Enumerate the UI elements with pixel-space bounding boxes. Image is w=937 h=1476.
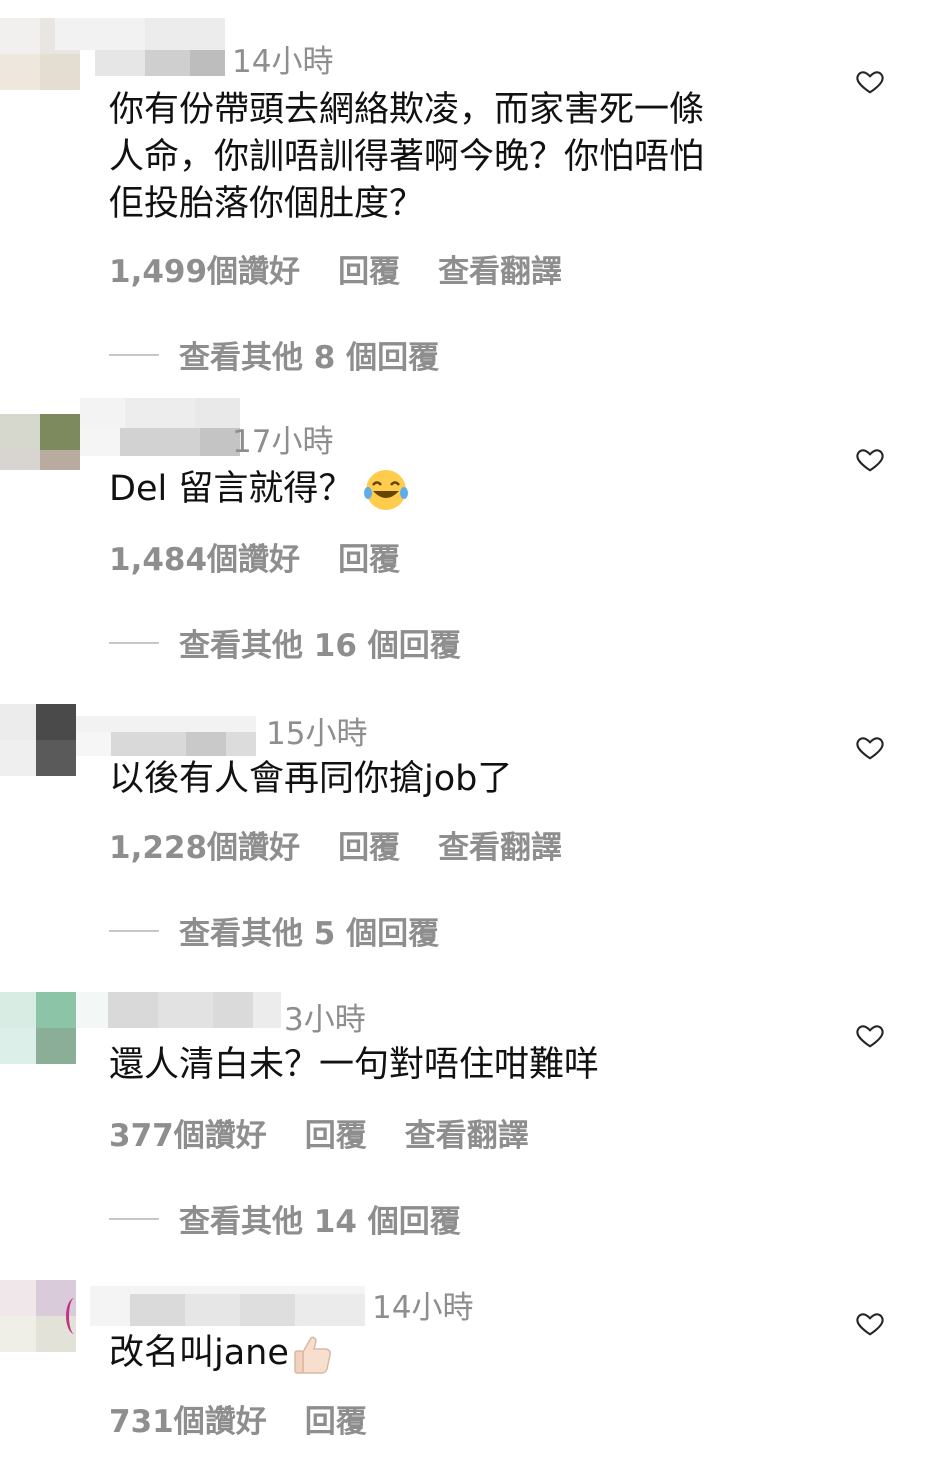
replies-divider [109,353,159,356]
comment-text: Del 留言就得？ [109,466,829,513]
comment-text: 還人清白未？一句對唔住咁難咩 [109,1045,600,1085]
comment-text: 你有份帶頭去網絡欺凌，而家害死一條 人命，你訓唔訓得著啊今晚？你怕唔怕 佢投胎落… [109,90,705,224]
replies-divider [109,929,159,932]
comment-actions: 1,484個讚好 回覆 [109,534,400,579]
comment-actions: 377個讚好 回覆 查看翻譯 [109,1110,529,1155]
comment-actions: 731個讚好 回覆 [109,1396,367,1441]
thumbs-up-emoji-icon [294,1336,331,1374]
heart-outline-icon[interactable] [855,1020,885,1050]
reply-button[interactable]: 回覆 [305,1396,367,1441]
heart-outline-icon[interactable] [855,66,885,96]
reply-button[interactable]: 回覆 [338,246,400,291]
like-count[interactable]: 731個讚好 [109,1396,267,1441]
like-count[interactable]: 1,228個讚好 [109,822,300,867]
view-replies-button[interactable]: 查看其他 5 個回覆 [109,908,439,953]
avatar[interactable] [0,704,80,776]
heart-outline-icon[interactable] [855,732,885,762]
comment-actions: 1,499個讚好 回覆 查看翻譯 [109,246,562,291]
view-replies-label: 查看其他 8 個回覆 [179,340,440,376]
reply-button[interactable]: 回覆 [338,822,400,867]
translate-button[interactable]: 查看翻譯 [405,1110,529,1155]
comment-timestamp: 14小時 [372,1290,474,1326]
reply-button[interactable]: 回覆 [338,534,400,579]
translate-button[interactable]: 查看翻譯 [438,822,562,867]
laughing-tears-emoji-icon [364,470,409,510]
view-replies-label: 查看其他 16 個回覆 [179,628,461,664]
comment-text-content: Del 留言就得？ [109,469,354,509]
like-count[interactable]: 1,499個讚好 [109,246,300,291]
view-replies-button[interactable]: 查看其他 16 個回覆 [109,620,461,665]
comment-timestamp: 15小時 [266,716,368,752]
view-replies-button[interactable]: 查看其他 14 個回覆 [109,1196,461,1241]
translate-button[interactable]: 查看翻譯 [438,246,562,291]
comment-timestamp: 3小時 [284,1002,366,1038]
replies-divider [109,641,159,644]
view-replies-button[interactable]: 查看其他 8 個回覆 [109,332,439,377]
comment-timestamp: 17小時 [232,424,334,460]
story-ring [66,1298,80,1334]
comment-text-content: 改名叫jane [109,1333,289,1373]
username-blurred[interactable] [76,704,256,762]
view-replies-label: 查看其他 5 個回覆 [179,916,440,952]
username-blurred[interactable] [55,18,225,76]
like-count[interactable]: 377個讚好 [109,1110,267,1155]
username-blurred[interactable] [80,398,240,456]
comment-text: 以後有人會再同你搶job了 [109,759,513,799]
like-count[interactable]: 1,484個讚好 [109,534,300,579]
heart-outline-icon[interactable] [855,1308,885,1338]
comment-timestamp: 14小時 [232,44,334,80]
reply-button[interactable]: 回覆 [305,1110,367,1155]
heart-outline-icon[interactable] [855,444,885,474]
replies-divider [109,1217,159,1220]
avatar[interactable] [0,1280,80,1352]
avatar[interactable] [0,398,80,470]
comment-text: 改名叫jane [109,1330,829,1377]
avatar[interactable] [0,992,80,1064]
view-replies-label: 查看其他 14 個回覆 [179,1204,461,1240]
comment-actions: 1,228個讚好 回覆 查看翻譯 [109,822,562,867]
